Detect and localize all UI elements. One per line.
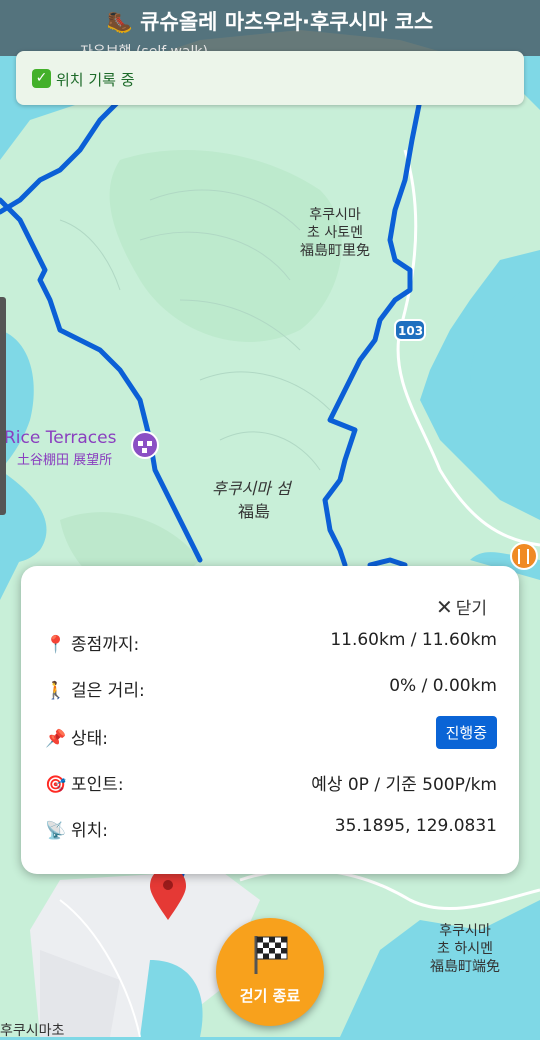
status-badge[interactable]: 진행중 xyxy=(435,716,497,749)
terraces-poi-icon xyxy=(131,431,159,459)
row-status: 📌 상태: 진행중 xyxy=(43,716,497,752)
walked-distance-value: 0% / 0.00km xyxy=(389,676,497,696)
walk-info-panel: ✕ 닫기 📍 종점까지: 11.60km / 11.60km 🚶 걸은 거리: 0% … xyxy=(21,566,519,874)
pin-icon: 📍 xyxy=(45,635,67,655)
row-walked-distance: 🚶 걸은 거리: 0% / 0.00km xyxy=(43,672,497,702)
town-north-line2: 초 사토멘 xyxy=(307,225,363,241)
close-icon: ✕ xyxy=(435,595,453,619)
location-label: 위치: xyxy=(71,821,109,841)
restaurant-poi-icon xyxy=(510,542,538,570)
end-walk-label: 걷기 종료 xyxy=(239,987,301,1005)
checkered-flag-icon xyxy=(254,936,288,974)
points-label: 포인트: xyxy=(71,775,124,795)
status-label: 상태: xyxy=(71,729,109,749)
island-label-jp: 福島 xyxy=(238,502,271,521)
poi-label-en[interactable]: Rice Terraces xyxy=(4,429,116,447)
town-south-line1: 후쿠시마 xyxy=(439,923,491,939)
remaining-distance-value: 11.60km / 11.60km xyxy=(330,630,497,650)
banner-text: 위치 기록 중 xyxy=(56,71,135,89)
walked-distance-label: 걸은 거리: xyxy=(71,681,145,701)
town-label-south: 후쿠시마 초 하시멘 福島町端免 xyxy=(430,922,500,976)
row-points: 🎯 포인트: 예상 0P / 기준 500P/km xyxy=(43,766,497,796)
town-south-line3: 福島町端免 xyxy=(430,959,500,975)
course-title: 🥾 큐슈올레 마츠우라·후쿠시마 코스 xyxy=(106,10,434,34)
row-location: 📡 위치: 35.1895, 129.0831 xyxy=(43,812,497,842)
side-drawer-handle[interactable] xyxy=(0,297,6,515)
remaining-distance-label: 종점까지: xyxy=(71,635,140,655)
row-remaining-distance: 📍 종점까지: 11.60km / 11.60km xyxy=(43,626,497,656)
target-icon: 🎯 xyxy=(45,775,67,795)
poi-label-jp[interactable]: 土谷棚田 展望所 xyxy=(17,452,112,470)
town-label-bottom-left: 후쿠시마초 xyxy=(0,1023,65,1039)
check-icon: ✓ xyxy=(32,69,51,88)
header-bar: 🥾 큐슈올레 마츠우라·후쿠시마 코스 자유보행 (self-walk) xyxy=(0,0,540,60)
island-label-ko: 후쿠시마 섬 xyxy=(212,479,291,498)
pushpin-icon: 📌 xyxy=(45,729,67,749)
location-value: 35.1895, 129.0831 xyxy=(334,816,497,836)
location-recording-banner: ✓ 위치 기록 중 xyxy=(16,51,524,105)
end-walk-button[interactable]: 걷기 종료 xyxy=(216,918,324,1026)
town-south-line2: 초 하시멘 xyxy=(437,941,493,957)
close-label: 닫기 xyxy=(455,599,487,619)
walker-icon: 🚶 xyxy=(45,681,67,701)
satellite-icon: 📡 xyxy=(45,821,67,841)
road-number: 103 xyxy=(398,324,424,338)
town-north-line3: 福島町里免 xyxy=(300,243,370,259)
town-label-north: 후쿠시마 초 사토멘 福島町里免 xyxy=(300,206,370,260)
points-value: 예상 0P / 기준 500P/km xyxy=(311,775,497,795)
close-button[interactable]: ✕ 닫기 xyxy=(436,594,487,619)
town-north-line1: 후쿠시마 xyxy=(309,207,361,223)
